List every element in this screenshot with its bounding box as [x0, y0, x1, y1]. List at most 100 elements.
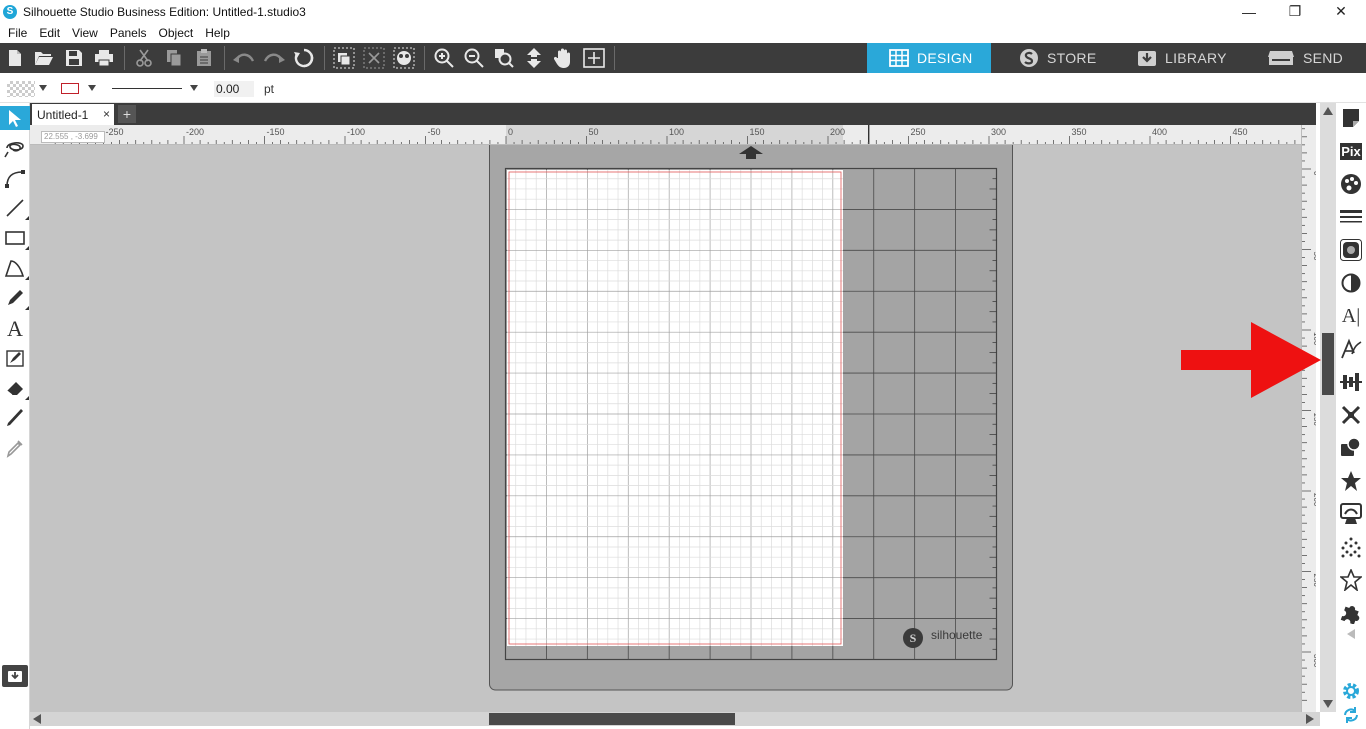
- text-tool[interactable]: A: [3, 316, 27, 340]
- tab-send[interactable]: SEND: [1247, 43, 1366, 73]
- scroll-right-arrow-icon[interactable]: [1306, 714, 1314, 724]
- paste-icon[interactable]: [193, 47, 215, 69]
- replicate-panel-icon[interactable]: [1339, 403, 1363, 427]
- page-setup-panel-icon[interactable]: [1339, 106, 1363, 130]
- window-title: Silhouette Studio Business Edition: Unti…: [23, 4, 306, 19]
- zoom-out-icon[interactable]: [463, 47, 485, 69]
- menu-help[interactable]: Help: [199, 26, 236, 40]
- print-icon[interactable]: [93, 47, 115, 69]
- polygon-icon: [4, 260, 25, 277]
- menu-object[interactable]: Object: [153, 26, 200, 40]
- stroke-width-input[interactable]: [214, 81, 254, 97]
- scroll-left-arrow-icon[interactable]: [33, 714, 41, 724]
- trace-panel-icon[interactable]: [1339, 502, 1363, 526]
- eraser-tool[interactable]: [3, 376, 29, 400]
- modify-panel-icon[interactable]: [1339, 436, 1363, 460]
- menu-view[interactable]: View: [66, 26, 104, 40]
- eyedropper-tool[interactable]: [3, 436, 27, 460]
- line-color-swatch[interactable]: [61, 83, 79, 94]
- pixscan-panel-icon[interactable]: Pix: [1339, 139, 1363, 163]
- puzzle-panel-icon[interactable]: [1339, 601, 1363, 625]
- tab-store[interactable]: STORE: [991, 43, 1115, 73]
- zoom-selection-icon[interactable]: [493, 47, 515, 69]
- add-document-tab-button[interactable]: +: [118, 105, 136, 123]
- design-canvas[interactable]: S silhouette: [30, 145, 1301, 712]
- line-style-dropdown-icon[interactable]: [190, 85, 198, 91]
- horizontal-scroll-thumb[interactable]: [489, 713, 735, 725]
- pencil-tool[interactable]: [3, 286, 29, 310]
- horizontal-scrollbar[interactable]: [30, 712, 1320, 726]
- zoom-in-icon[interactable]: [433, 47, 455, 69]
- download-icon: [8, 671, 22, 682]
- group-icon[interactable]: [333, 47, 355, 69]
- line-style-panel-icon[interactable]: [1339, 205, 1363, 229]
- transparency-panel-icon[interactable]: [1339, 271, 1363, 295]
- toolbar-separator: [124, 46, 125, 70]
- offset-panel-icon[interactable]: [1339, 469, 1363, 493]
- ruler-label: 200: [830, 127, 845, 137]
- tab-library[interactable]: LIBRARY: [1115, 43, 1247, 73]
- open-folder-icon[interactable]: [33, 47, 55, 69]
- ruler-label: 350: [1072, 127, 1087, 137]
- sync-icon[interactable]: [1339, 703, 1363, 727]
- sketch-tool[interactable]: [3, 346, 27, 370]
- fit-to-page-icon[interactable]: [523, 47, 545, 69]
- document-tab[interactable]: Untitled-1 ×: [32, 104, 114, 125]
- knife-tool[interactable]: [3, 406, 27, 430]
- quick-library-button[interactable]: [2, 665, 28, 687]
- align-panel-icon[interactable]: [1339, 370, 1363, 394]
- ruler-label: -100: [347, 127, 365, 137]
- scroll-up-arrow-icon[interactable]: [1323, 107, 1333, 115]
- polygon-tool[interactable]: [3, 256, 29, 280]
- vertical-scrollbar[interactable]: [1320, 103, 1336, 712]
- ruler-label: 300: [991, 127, 1006, 137]
- rhinestone-panel-icon[interactable]: [1339, 568, 1363, 592]
- image-panel-icon[interactable]: [1339, 238, 1363, 262]
- save-icon[interactable]: [63, 47, 85, 69]
- select-tool[interactable]: [0, 106, 30, 130]
- ruler-label: 150: [750, 127, 765, 137]
- preferences-gear-icon[interactable]: [1339, 679, 1363, 703]
- compound-path-icon[interactable]: [393, 47, 415, 69]
- menu-file[interactable]: File: [2, 26, 33, 40]
- tab-send-label: SEND: [1303, 50, 1344, 66]
- replicate-icon[interactable]: [293, 47, 315, 69]
- stroke-width-unit: pt: [264, 82, 275, 96]
- text-to-path-panel-icon[interactable]: [1339, 337, 1363, 361]
- restore-button[interactable]: ❐: [1272, 0, 1318, 23]
- copy-icon[interactable]: [163, 47, 185, 69]
- tool-flyout-corner: [25, 216, 29, 220]
- line-tool[interactable]: [3, 196, 29, 220]
- cut-icon[interactable]: [133, 47, 155, 69]
- document-tab-close-icon[interactable]: ×: [103, 107, 110, 121]
- point-edit-tool[interactable]: [3, 136, 27, 160]
- fill-dropdown-icon[interactable]: [39, 85, 47, 91]
- tab-design[interactable]: DESIGN: [867, 43, 991, 73]
- properties-bar: pt: [0, 73, 1366, 103]
- vertical-ruler-scale: 050100150200250300: [1302, 128, 1316, 701]
- line-style-selector[interactable]: [112, 88, 182, 89]
- pan-hand-icon[interactable]: [553, 47, 575, 69]
- undo-icon[interactable]: [233, 47, 255, 69]
- grid-alignment-icon[interactable]: [583, 47, 605, 69]
- menu-edit[interactable]: Edit: [33, 26, 66, 40]
- ruler-label: -50: [428, 127, 441, 137]
- scroll-down-arrow-icon[interactable]: [1323, 700, 1333, 708]
- redo-icon[interactable]: [263, 47, 285, 69]
- text-style-panel-icon[interactable]: A|: [1339, 304, 1363, 328]
- ungroup-icon[interactable]: [363, 47, 385, 69]
- close-button[interactable]: ✕: [1318, 0, 1364, 23]
- sketch-effects-panel-icon[interactable]: [1339, 535, 1363, 559]
- panel-collapse-icon[interactable]: [1339, 626, 1363, 642]
- cursor-coordinate-readout: 22.555 , -3.699: [41, 131, 105, 143]
- fill-color-panel-icon[interactable]: [1339, 172, 1363, 196]
- bezier-curve-icon: [5, 170, 25, 188]
- curve-tool[interactable]: [3, 166, 27, 190]
- rectangle-tool[interactable]: [3, 226, 29, 250]
- menu-panels[interactable]: Panels: [104, 26, 153, 40]
- new-document-icon[interactable]: [4, 47, 26, 69]
- line-color-dropdown-icon[interactable]: [88, 85, 96, 91]
- minimize-button[interactable]: —: [1226, 0, 1272, 23]
- fill-color-swatch[interactable]: [7, 81, 35, 97]
- vertical-scroll-thumb[interactable]: [1322, 333, 1334, 395]
